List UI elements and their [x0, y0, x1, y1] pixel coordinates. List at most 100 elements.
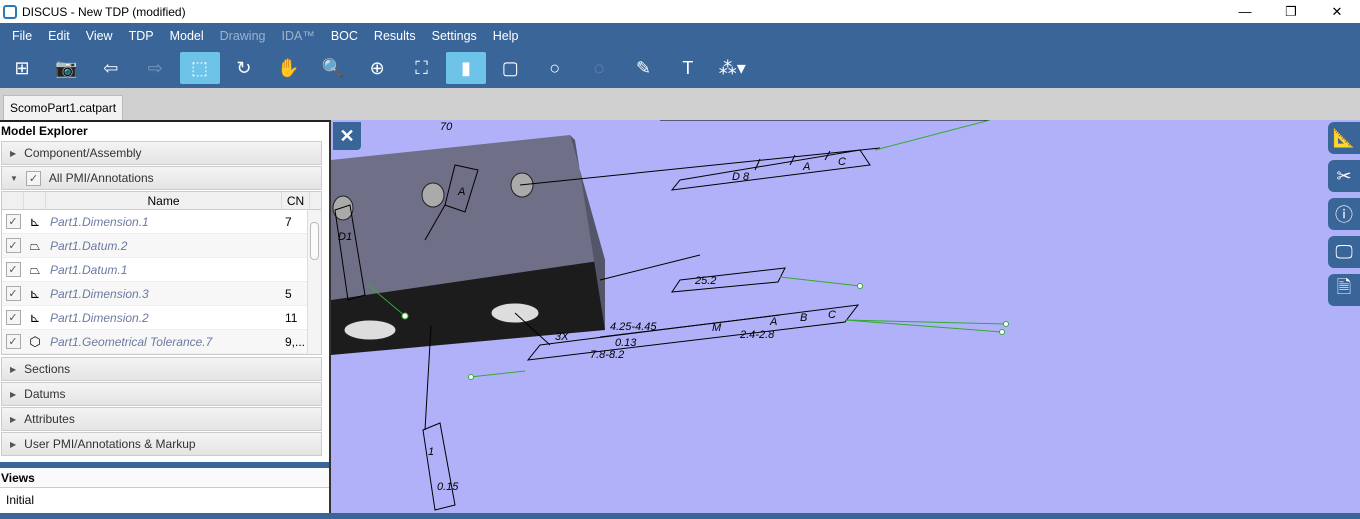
- collapse-arrow-icon: ▼: [10, 173, 18, 183]
- dimension-icon: ⊾: [29, 213, 41, 229]
- menu-bar: File Edit View TDP Model Drawing IDA™ BOC Result…: [0, 23, 1360, 48]
- table-row[interactable]: ✓ ⊾ Part1.Dimension.2 11: [2, 306, 321, 330]
- 3d-viewport[interactable]: 70 D 8 A C 25.2 3X 4.25-4.45 0.13 M A B …: [331, 120, 1360, 513]
- expand-arrow-icon: ▶: [10, 148, 17, 158]
- section-all-pmi[interactable]: ▼ ✓ All PMI/Annotations: [1, 166, 322, 190]
- document-button[interactable]: 🗎: [1328, 274, 1360, 306]
- section-sections[interactable]: ▶ Sections: [1, 357, 322, 381]
- close-panel-button[interactable]: ✕: [333, 122, 361, 150]
- menu-model[interactable]: Model: [162, 29, 212, 43]
- display-button[interactable]: 🖵: [1328, 236, 1360, 268]
- measure-button[interactable]: 📐: [1328, 122, 1360, 154]
- section-component-assembly[interactable]: ▶ Component/Assembly: [1, 141, 322, 165]
- menu-results[interactable]: Results: [366, 29, 424, 43]
- section-label: Component/Assembly: [24, 146, 142, 160]
- menu-ida: IDA™: [281, 28, 315, 43]
- row-checkbox[interactable]: ✓: [5, 334, 21, 349]
- section-user-pmi-annotations-markup[interactable]: ▶ User PMI/Annotations & Markup: [1, 432, 322, 456]
- menu-file[interactable]: File: [4, 29, 40, 43]
- section-label: All PMI/Annotations: [48, 171, 154, 185]
- svg-text:B: B: [800, 312, 807, 324]
- pmi-table: Name CN ✓ ⊾ Part1.Dimension.1 7 ✓ ⏢ Part1.Datu…: [1, 191, 322, 355]
- text-button[interactable]: T: [668, 52, 708, 84]
- dimension-icon: ⊾: [29, 309, 41, 325]
- row-name: Part1.Datum.1: [50, 262, 128, 277]
- section-attributes[interactable]: ▶ Attributes: [1, 407, 322, 431]
- restore-button[interactable]: ❐: [1268, 0, 1314, 23]
- svg-text:1: 1: [428, 446, 434, 458]
- pencil-button[interactable]: ✎: [623, 52, 663, 84]
- scissors-button[interactable]: ✂: [1328, 160, 1360, 192]
- table-row[interactable]: ✓ ⊾ Part1.Dimension.3 5: [2, 282, 321, 306]
- toolbar: ⊞ 📷 ⇦ ⇨ ⬚ ↻ ✋ 🔍 ⊕ ⛶ ▮ ▢ ○ ◌ ✎ T ⁂▾: [0, 48, 1360, 88]
- menu-tdp[interactable]: TDP: [121, 29, 162, 43]
- section-label: Datums: [24, 387, 66, 401]
- zoom-area-icon: ⊕: [369, 57, 385, 78]
- table-row[interactable]: ✓ ⊾ Part1.Dimension.1 7: [2, 210, 321, 234]
- pan-hand-button[interactable]: ✋: [268, 52, 308, 84]
- forward-arrow-icon: ⇨: [147, 57, 163, 78]
- row-name: Part1.Geometrical Tolerance.7: [50, 334, 213, 349]
- model-tree-button[interactable]: ⊞: [2, 52, 42, 84]
- row-cn: 5: [285, 286, 292, 301]
- section-datums[interactable]: ▶ Datums: [1, 382, 322, 406]
- forward-arrow-button[interactable]: ⇨: [135, 52, 175, 84]
- tab-document[interactable]: ScomoPart1.catpart: [3, 95, 124, 120]
- svg-text:M: M: [712, 322, 722, 334]
- table-scrollbar[interactable]: [307, 210, 321, 354]
- table-row[interactable]: ✓ ⏢ Part1.Datum.2: [2, 234, 321, 258]
- menu-settings[interactable]: Settings: [424, 29, 485, 43]
- row-checkbox[interactable]: ✓: [5, 214, 21, 229]
- pmi-all-checkbox[interactable]: ✓: [25, 170, 41, 186]
- views-panel: Views Initial: [0, 462, 329, 512]
- zoom-button[interactable]: 🔍: [313, 52, 353, 84]
- window-title: DISCUS - New TDP (modified): [22, 4, 186, 19]
- svg-text:7.8-8.2: 7.8-8.2: [590, 349, 624, 361]
- balloon-icon: ○: [549, 57, 561, 78]
- assembly-button[interactable]: ⁂▾: [712, 52, 752, 84]
- row-checkbox[interactable]: ✓: [5, 310, 21, 325]
- scissors-icon: ✂: [1336, 165, 1352, 186]
- views-title: Views: [0, 468, 329, 488]
- fit-all-button[interactable]: ⛶: [402, 52, 442, 84]
- back-arrow-button[interactable]: ⇦: [91, 52, 131, 84]
- column-cn[interactable]: CN: [282, 192, 310, 209]
- balloons-button[interactable]: ◌: [579, 52, 619, 84]
- minimize-button[interactable]: —: [1222, 0, 1268, 23]
- fit-all-icon: ⛶: [415, 57, 428, 78]
- menu-view[interactable]: View: [78, 29, 121, 43]
- svg-text:D 8: D 8: [732, 171, 750, 183]
- scroll-thumb[interactable]: [310, 222, 319, 260]
- table-row[interactable]: ✓ ⏢ Part1.Datum.1: [2, 258, 321, 282]
- wireframe-button[interactable]: ▢: [490, 52, 530, 84]
- shaded-button[interactable]: ▮: [445, 52, 486, 84]
- row-checkbox[interactable]: ✓: [5, 286, 21, 301]
- svg-text:3X: 3X: [555, 331, 569, 343]
- info-icon: ⓘ: [1335, 205, 1353, 225]
- view-item-initial[interactable]: Initial: [0, 488, 329, 512]
- table-row[interactable]: ✓ ⬡ Part1.Geometrical Tolerance.7 9,...: [2, 330, 321, 354]
- select-button[interactable]: ⬚: [179, 52, 220, 84]
- menu-edit[interactable]: Edit: [40, 29, 78, 43]
- svg-text:25.2: 25.2: [694, 275, 716, 287]
- row-checkbox[interactable]: ✓: [5, 238, 21, 253]
- row-name: Part1.Dimension.1: [50, 214, 149, 229]
- pan-hand-icon: ✋: [277, 57, 300, 78]
- menu-boc[interactable]: BOC: [323, 29, 366, 43]
- close-window-button[interactable]: ✕: [1314, 0, 1360, 23]
- column-name[interactable]: Name: [46, 192, 282, 209]
- expand-arrow-icon: ▶: [10, 439, 17, 449]
- model-explorer-title: Model Explorer: [1, 124, 88, 138]
- camera-button[interactable]: 📷: [46, 52, 86, 84]
- svg-text:C: C: [828, 309, 836, 321]
- zoom-area-button[interactable]: ⊕: [357, 52, 397, 84]
- section-label: Sections: [24, 362, 71, 376]
- menu-help[interactable]: Help: [485, 29, 527, 43]
- assembly-icon: ⁂▾: [718, 57, 746, 78]
- balloon-button[interactable]: ○: [535, 52, 575, 84]
- expand-arrow-icon: ▶: [10, 389, 17, 399]
- rotate-button[interactable]: ↻: [224, 52, 264, 84]
- info-button[interactable]: ⓘ: [1328, 198, 1360, 230]
- row-checkbox[interactable]: ✓: [5, 262, 21, 277]
- svg-text:C: C: [838, 156, 846, 168]
